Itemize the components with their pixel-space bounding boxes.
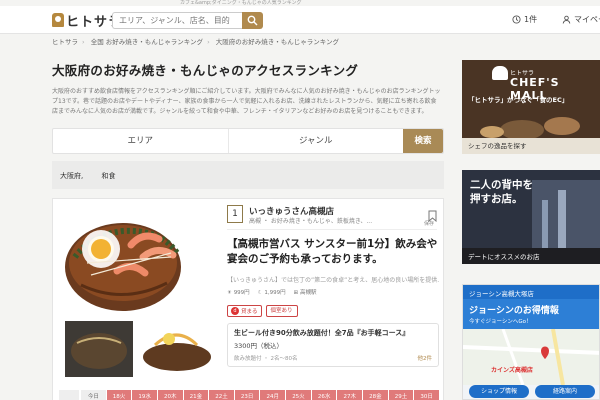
ad-joshin-sub: 今すぐジョーシンへGo！: [469, 319, 532, 325]
search-input[interactable]: [112, 12, 242, 29]
mypage-label: マイペー: [574, 15, 600, 24]
ticket-count: 1件: [524, 15, 538, 24]
ad-chefs-mall-sub: 「ヒトサラ」がつなぐ「食のEC」: [468, 96, 569, 104]
ad-date-caption: デートにオススメのお店: [468, 253, 540, 261]
date-cell[interactable]: 21金: [183, 390, 209, 400]
filter-bar: エリア ジャンル 検索: [52, 128, 444, 154]
course-title: 生ビール付き90分飲み放題付！全7品『お手軽コース』: [234, 329, 410, 337]
user-icon: [562, 15, 571, 24]
calendar-lead: [59, 390, 79, 400]
chef-hat-icon: [492, 66, 508, 80]
active-filters: 大阪府, 和食: [52, 161, 444, 189]
breadcrumb-item-home[interactable]: ヒトサラ: [52, 38, 78, 46]
date-cell[interactable]: 25火: [286, 390, 311, 400]
course-price: 3300円（税込）: [234, 342, 284, 350]
mypage-button[interactable]: マイペー: [562, 14, 600, 25]
filter-chip-area: 大阪府,: [60, 172, 84, 180]
food-photo[interactable]: [61, 205, 221, 381]
ad-joshin-map-label: カインズ高槻店: [491, 367, 533, 374]
logo-mark-icon: [52, 13, 64, 27]
search-icon: [247, 15, 258, 26]
breadcrumb-item-current: 大阪府のお好み焼き・もんじゃランキング: [215, 38, 340, 46]
ad-joshin-title: ジョーシンのお得情報: [469, 306, 559, 316]
date-restaurant-banner[interactable]: 二人の背中を押すお店。 デートにオススメのお店: [462, 170, 600, 264]
main-content: 大阪府のお好み焼き・もんじゃのアクセスランキング 大阪府のおすすめ飲食店情報をア…: [52, 52, 444, 400]
dinner-price: ☾ 1,999円: [257, 290, 286, 296]
date-cell[interactable]: 26水: [311, 390, 337, 400]
course-meta: 飲み放題付 ・ 2名〜80名 他2件: [234, 354, 433, 362]
course-box[interactable]: 生ビール付き90分飲み放題付！全7品『お手軽コース』 3300円（税込） 飲み放…: [227, 323, 439, 367]
date-cell[interactable]: 20木: [157, 390, 183, 400]
date-cell[interactable]: 28金: [363, 390, 388, 400]
map-image: [463, 329, 599, 385]
card-description: 【いっきゅうさん】では包丁の”第二の食卓”と考え、居心地の良い場所を提供...: [227, 277, 439, 284]
date-cell[interactable]: 24月: [260, 390, 286, 400]
ad-chefs-mall-caption: シェフの逸品を探す: [468, 142, 527, 150]
date-cell[interactable]: 23日: [234, 390, 260, 400]
shop-info-button[interactable]: ショップ情報: [469, 385, 529, 398]
date-cell[interactable]: 18火: [106, 390, 132, 400]
filter-search-button[interactable]: 検索: [403, 129, 443, 153]
date-cell[interactable]: 22土: [209, 390, 234, 400]
route-button[interactable]: 経路案内: [535, 385, 595, 398]
save-label: 保存: [424, 221, 435, 227]
history-button[interactable]: 1件: [512, 14, 537, 25]
moon-icon: ☾: [257, 290, 263, 296]
station: ⊞ 高槻駅: [293, 290, 317, 296]
lunch-price: ☀ 999円: [227, 290, 250, 296]
search-button[interactable]: [242, 12, 263, 29]
date-cell[interactable]: 今日: [81, 390, 106, 400]
shop-category: 高槻 ・ お好み焼き・もんじゃ、鉄板焼き、...: [249, 218, 373, 225]
clock-icon: [512, 15, 521, 24]
card-divider: [227, 229, 437, 230]
tag-private-room: 個室あり: [265, 305, 298, 317]
joshin-ad[interactable]: ジョーシン高槻大塚店 ジョーシンのお得情報 今すぐジョーシンへGo！ カインズ高…: [462, 284, 600, 400]
page-title: 大阪府のお好み焼き・もんじゃのアクセスランキング: [52, 63, 359, 78]
sun-icon: ☀: [227, 290, 232, 296]
page-intro: 大阪府のおすすめ飲食店情報をアクセスランキング順にご紹介しています。大阪府でみん…: [52, 88, 441, 115]
ad-joshin-head: ジョーシン高槻大塚店: [463, 285, 599, 299]
card-headline[interactable]: 【高槻市営バス サンスター前1分】飲み会や宴会のご予約も承っております。: [227, 237, 439, 267]
breadcrumb: ヒトサラ › 全国 お好み焼き・もんじゃランキング › 大阪府のお好み焼き・もんじゃ…: [52, 38, 340, 46]
site-header: ヒトサラ 1件 マイペー: [0, 6, 600, 34]
area-select[interactable]: エリア: [53, 129, 229, 153]
date-cell[interactable]: 29土: [388, 390, 414, 400]
date-cell[interactable]: 30日: [414, 390, 439, 400]
card-meta: ☀ 999円 ☾ 1,999円 ⊞ 高槻駅: [227, 288, 317, 296]
train-icon: ⊞: [293, 290, 299, 296]
course-more-link[interactable]: 他2件: [418, 354, 433, 362]
rank-badge: 1: [227, 205, 243, 223]
availability-calendar: 今日 18火 19水 20木 21金 22土 23日 24月 25火 26水 2…: [81, 390, 439, 400]
breadcrumb-item-national[interactable]: 全国 お好み焼き・もんじゃランキング: [91, 38, 203, 46]
genre-select[interactable]: ジャンル: [229, 129, 404, 153]
date-cell[interactable]: 27木: [337, 390, 363, 400]
chefs-mall-banner[interactable]: ヒトサラ CHEF'S MALL 「ヒトサラ」がつなぐ「食のEC」 シェフの逸品…: [462, 60, 600, 154]
okonomiyaki-illustration: [65, 223, 181, 311]
tag-reservation: d 貸まる: [227, 305, 262, 317]
card-tags: d 貸まる 個室あり: [227, 305, 298, 317]
filter-chip-genre: 和食: [101, 172, 116, 180]
date-cell[interactable]: 19水: [132, 390, 157, 400]
restaurant-card[interactable]: 1 いっきゅうさん高槻店 高槻 ・ お好み焼き・もんじゃ、鉄板焼き、... 保存…: [52, 198, 444, 400]
reserve-icon: d: [231, 307, 239, 315]
ad-date-title: 二人の背中を押すお店。: [470, 179, 533, 205]
